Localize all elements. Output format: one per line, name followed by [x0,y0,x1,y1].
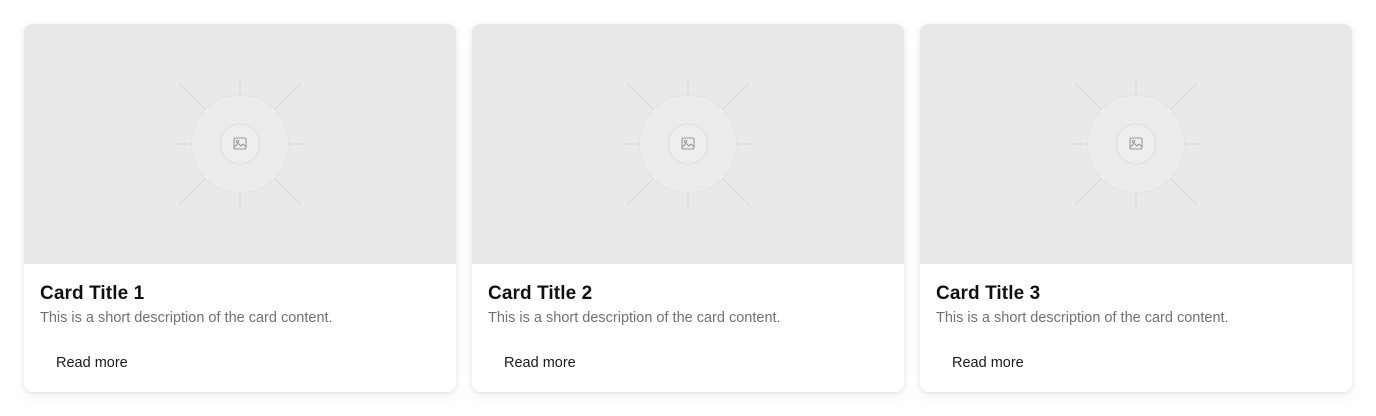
card-title: Card Title 3 [936,283,1041,304]
card-body: Card Title 3 This is a short description… [920,264,1352,380]
image-placeholder-icon [1070,79,1202,209]
read-more-button[interactable]: Read more [40,346,144,380]
card-grid: Card Title 1 This is a short description… [24,24,1352,392]
card: Card Title 2 This is a short description… [472,24,904,392]
card-body: Card Title 1 This is a short description… [24,264,456,380]
card-title: Card Title 2 [488,283,593,304]
card-image-placeholder [24,24,456,264]
card-title: Card Title 1 [40,283,145,304]
read-more-button[interactable]: Read more [488,346,592,380]
image-placeholder-icon [174,79,306,209]
card-image-placeholder [920,24,1352,264]
card-description: This is a short description of the card … [936,310,1229,326]
card-description: This is a short description of the card … [488,310,781,326]
card-body: Card Title 2 This is a short description… [472,264,904,380]
image-placeholder-icon [622,79,754,209]
card: Card Title 3 This is a short description… [920,24,1352,392]
card-image-placeholder [472,24,904,264]
card: Card Title 1 This is a short description… [24,24,456,392]
card-description: This is a short description of the card … [40,310,333,326]
read-more-button[interactable]: Read more [936,346,1040,380]
